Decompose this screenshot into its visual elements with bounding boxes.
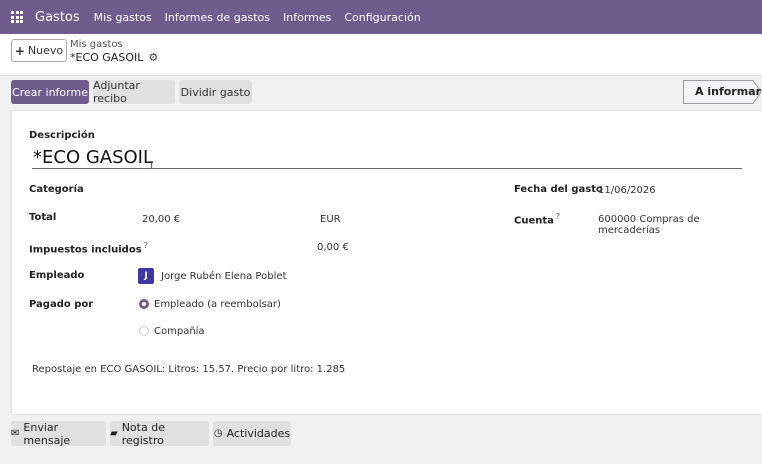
gear-icon[interactable]: ⚙ (148, 51, 158, 64)
employee-field[interactable]: Jorge Rubén Elena Poblet (161, 271, 286, 282)
paid-by-employee-label[interactable]: Empleado (a reembolsar) (154, 299, 281, 310)
new-button-label: Nuevo (27, 44, 64, 57)
clock-icon: ◷ (213, 428, 223, 439)
category-label: Categoría (29, 184, 84, 195)
control-panel: + Nuevo Mis gastos *ECO GASOIL ⚙ (0, 34, 762, 76)
app-name[interactable]: Gastos (35, 10, 80, 25)
paid-by-company-radio[interactable] (139, 326, 149, 336)
account-label-text: Cuenta (514, 215, 554, 227)
status-label: A informar (695, 85, 762, 98)
total-amount-input[interactable]: 20,00 € (142, 214, 180, 225)
taxes-label-text: Impuestos incluidos (29, 244, 142, 256)
nav-configuracion[interactable]: Configuración (344, 11, 420, 24)
apps-menu-icon[interactable] (0, 0, 34, 34)
new-button[interactable]: + Nuevo (11, 39, 67, 62)
record-title-text: *ECO GASOIL (70, 51, 144, 64)
split-expense-button[interactable]: Dividir gasto (179, 80, 252, 104)
status-stage[interactable]: A informar (683, 80, 762, 104)
breadcrumb-mis-gastos[interactable]: Mis gastos (70, 39, 123, 50)
employee-label: Empleado (29, 270, 85, 281)
account-label: Cuenta? (514, 212, 560, 226)
currency-select[interactable]: EUR (320, 214, 341, 225)
expense-date-input[interactable]: 11/06/2026 (598, 185, 656, 196)
action-bar: Crear informe Adjuntar recibo Dividir ga… (0, 76, 762, 110)
description-input[interactable]: *ECO GASOIL (32, 147, 742, 169)
account-help-icon[interactable]: ? (556, 212, 560, 221)
envelope-icon: ✉ (11, 428, 20, 439)
activities-button[interactable]: ◷ Actividades (213, 421, 291, 446)
employee-avatar: J (138, 268, 154, 284)
note-icon: ▰ (110, 428, 118, 439)
activities-label: Actividades (226, 427, 291, 440)
total-label: Total (29, 212, 57, 223)
record-title: *ECO GASOIL ⚙ (70, 51, 158, 64)
attach-receipt-button[interactable]: Adjuntar recibo (93, 79, 175, 105)
expense-notes[interactable]: Repostaje en ECO GASOIL: Litros: 15.57. … (32, 364, 345, 375)
account-field[interactable]: 600000 Compras de mercaderías (598, 214, 762, 236)
create-report-button[interactable]: Crear informe (11, 80, 89, 104)
nav-mis-gastos[interactable]: Mis gastos (94, 11, 152, 24)
nav-informes-de-gastos[interactable]: Informes de gastos (165, 11, 270, 24)
send-message-button[interactable]: ✉ Enviar mensaje (11, 420, 106, 447)
help-tooltip-icon[interactable]: ? (144, 241, 148, 250)
chatter-bar: ✉ Enviar mensaje ▰ Nota de registro ◷ Ac… (0, 415, 762, 464)
text-cursor-icon: I (150, 159, 154, 172)
paid-by-label: Pagado por (29, 299, 94, 310)
taxes-label: Impuestos incluidos? (29, 241, 148, 255)
expense-date-label: Fecha del gasto (514, 184, 603, 195)
paid-by-employee-radio[interactable] (139, 299, 149, 309)
send-message-label: Enviar mensaje (23, 420, 71, 447)
log-note-button[interactable]: ▰ Nota de registro (110, 420, 209, 447)
log-note-label: Nota de registro (121, 420, 165, 447)
top-navbar: Gastos Mis gastos Informes de gastos Inf… (0, 0, 762, 34)
taxes-amount: 0,00 € (317, 242, 349, 253)
plus-icon: + (14, 43, 25, 58)
form-sheet: Descripción *ECO GASOIL I Categoría Tota… (11, 110, 762, 415)
nav-informes[interactable]: Informes (283, 11, 331, 24)
description-label: Descripción (29, 130, 95, 141)
paid-by-company-label[interactable]: Compañía (154, 326, 205, 337)
